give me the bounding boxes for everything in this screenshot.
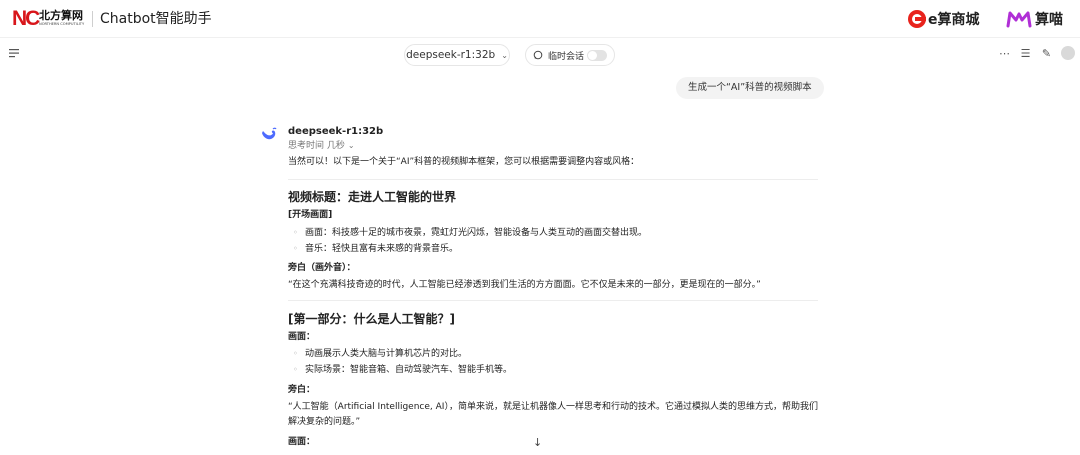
divider — [92, 11, 93, 27]
part1-narration-heading: 旁白： — [288, 385, 316, 395]
emall-logo-icon — [908, 10, 926, 28]
avatar[interactable] — [1061, 46, 1075, 60]
chat-toolbar: deepseek-r1:32b ⌄ 临时会话 ⋯ ☰ ✎ — [0, 38, 1080, 70]
app-title: Chatbot智能助手 — [100, 11, 212, 27]
temporary-chat-toggle[interactable]: 临时会话 — [525, 44, 615, 66]
arrow-down-icon[interactable]: ↓ — [533, 436, 542, 449]
temporary-chat-label: 临时会话 — [548, 51, 585, 62]
emall-link[interactable]: e算商城 — [908, 8, 980, 30]
thinking-label: 思考时间 几秒 — [288, 141, 345, 151]
thinking-toggle[interactable]: 思考时间 几秒 ⌄ — [288, 140, 355, 152]
divider — [288, 179, 818, 180]
list-item: 动画展示人类大脑与计算机芯片的对比。 — [288, 348, 467, 360]
company-logo[interactable]: NC 北方算网 NORTHERN COMPUTILITY — [12, 7, 88, 31]
part1-narration: “人工智能（Artificial Intelligence, AI），简单来说，… — [288, 402, 818, 412]
chevron-down-icon: ⌄ — [501, 50, 508, 60]
opening-heading: [开场画面] — [288, 210, 333, 220]
suanmiao-logo-icon — [1006, 11, 1032, 28]
model-name: deepseek-r1:32b — [406, 49, 496, 61]
more-icon[interactable]: ⋯ — [998, 47, 1011, 60]
part1-narration-cont: 解决复杂的问题。” — [288, 417, 361, 427]
response-intro: 当然可以！以下是一个关于“AI”科普的视频脚本框架，您可以根据需要调整内容或风格… — [288, 157, 640, 167]
part2-visual-heading: 画面： — [288, 437, 316, 447]
user-message: 生成一个“AI”科普的视频脚本 — [676, 77, 824, 99]
edit-icon[interactable]: ✎ — [1040, 47, 1053, 60]
video-title: 视频标题：走进人工智能的世界 — [288, 190, 457, 204]
menu-icon[interactable] — [9, 48, 21, 58]
part1-title: [第一部分：什么是人工智能？] — [288, 312, 455, 326]
suanmiao-link[interactable]: 算喵 — [1006, 8, 1063, 30]
chevron-down-icon: ⌄ — [347, 141, 355, 150]
list-item: 画面：科技感十足的城市夜景，霓虹灯光闪烁，智能设备与人类互动的画面交替出现。 — [288, 227, 647, 239]
settings-sliders-icon[interactable]: ☰ — [1019, 47, 1032, 60]
model-selector[interactable]: deepseek-r1:32b ⌄ — [404, 44, 510, 66]
list-item: 实际场景：智能音箱、自动驾驶汽车、智能手机等。 — [288, 364, 512, 376]
logo-chinese-name: 北方算网 — [39, 9, 83, 22]
part1-visual-heading: 画面： — [288, 332, 316, 342]
suanmiao-label: 算喵 — [1035, 12, 1063, 28]
deepseek-whale-icon — [262, 127, 277, 140]
toolbar-actions: ⋯ ☰ ✎ — [998, 46, 1075, 60]
brand-bar: NC 北方算网 NORTHERN COMPUTILITY Chatbot智能助手… — [0, 0, 1080, 38]
logo-english-name: NORTHERN COMPUTILITY — [39, 22, 85, 26]
voiceover-text: “在这个充满科技奇迹的时代，人工智能已经渗透到我们生活的方方面面。它不仅是未来的… — [288, 280, 761, 290]
assistant-name: deepseek-r1:32b — [288, 126, 384, 137]
toggle-switch[interactable] — [587, 50, 607, 61]
emall-label: e算商城 — [928, 12, 980, 28]
logo-mark: NC — [12, 7, 40, 30]
voiceover-heading: 旁白（画外音）： — [288, 263, 356, 273]
divider — [288, 300, 818, 301]
list-item: 音乐：轻快且富有未来感的背景音乐。 — [288, 243, 458, 255]
chat-bubble-icon — [533, 50, 543, 60]
